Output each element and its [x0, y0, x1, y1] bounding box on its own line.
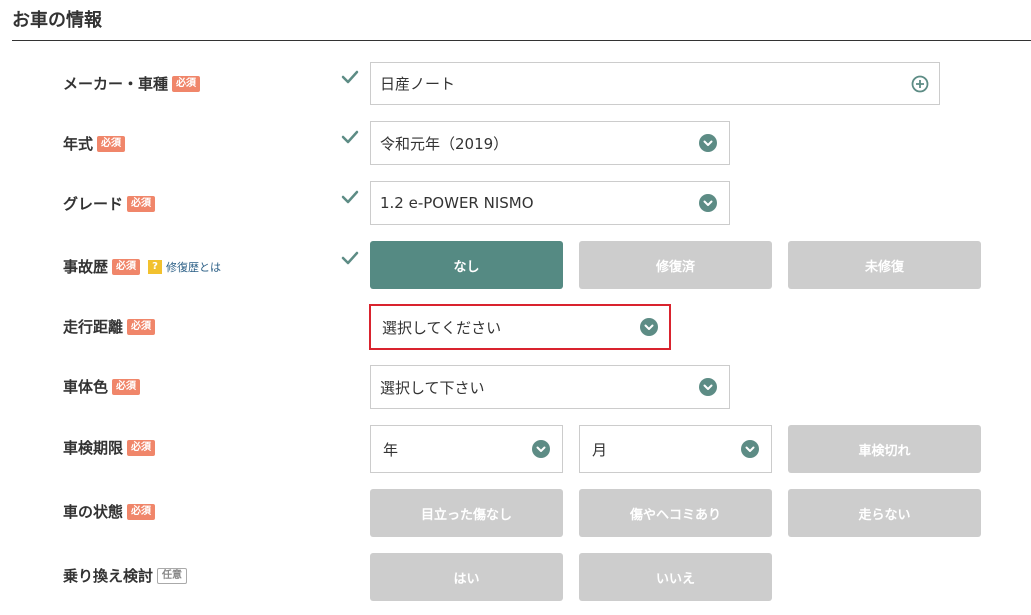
maker-value: 日産ノート [380, 75, 456, 93]
year-select[interactable]: 令和元年（2019） [370, 121, 730, 165]
required-badge: 必須 [97, 135, 126, 152]
chevron-down-icon [532, 440, 550, 458]
required-badge: 必須 [127, 195, 156, 212]
condition-label: 車の状態 [63, 503, 124, 521]
mileage-label-group: 走行距離 必須 [63, 316, 156, 337]
required-badge: 必須 [127, 318, 156, 335]
year-value: 令和元年（2019） [380, 134, 509, 153]
required-badge: 必須 [127, 439, 156, 456]
required-badge: 必須 [127, 503, 156, 520]
replacement-label-group: 乗り換え検討 任意 [63, 565, 188, 586]
required-badge: 必須 [112, 258, 141, 275]
inspection-label-group: 車検期限 必須 [63, 437, 156, 458]
chevron-down-icon [741, 440, 759, 458]
year-label-group: 年式 必須 [63, 133, 126, 154]
check-icon [341, 130, 359, 144]
maker-label: メーカー・車種 [63, 75, 169, 93]
check-icon [341, 251, 359, 265]
mileage-label: 走行距離 [63, 318, 124, 336]
accident-none-button[interactable]: なし [370, 241, 563, 289]
maker-select[interactable]: 日産ノート [370, 62, 940, 105]
help-icon[interactable]: ? [148, 259, 163, 274]
chevron-down-icon [699, 134, 717, 152]
replacement-label: 乗り換え検討 [63, 567, 154, 585]
mileage-select[interactable]: 選択してください [369, 304, 671, 350]
optional-badge: 任意 [157, 567, 188, 584]
accident-repaired-button[interactable]: 修復済 [579, 241, 772, 289]
grade-label: グレード [63, 195, 124, 213]
condition-damaged-button[interactable]: 傷やヘコミあり [579, 489, 772, 537]
section-title: お車の情報 [12, 10, 102, 31]
section-divider [12, 40, 1031, 41]
year-label: 年式 [63, 135, 94, 153]
replacement-no-button[interactable]: いいえ [579, 553, 772, 601]
condition-label-group: 車の状態 必須 [63, 501, 156, 522]
check-icon [341, 70, 359, 84]
inspection-year-value: 年 [383, 440, 399, 459]
accident-unrepaired-button[interactable]: 未修復 [788, 241, 981, 289]
check-icon [341, 190, 359, 204]
accident-label-group: 事故歴 必須 ? 修復歴とは [63, 256, 221, 277]
chevron-down-icon [699, 194, 717, 212]
chevron-down-icon [699, 378, 717, 396]
condition-no-damage-button[interactable]: 目立った傷なし [370, 489, 563, 537]
maker-label-group: メーカー・車種 必須 [63, 73, 201, 94]
inspection-expired-button[interactable]: 車検切れ [788, 425, 981, 473]
color-label: 車体色 [63, 378, 109, 396]
inspection-month-value: 月 [592, 440, 608, 459]
chevron-down-icon [640, 318, 658, 336]
required-badge: 必須 [172, 75, 201, 92]
grade-label-group: グレード 必須 [63, 193, 156, 214]
grade-select[interactable]: 1.2 e-POWER NISMO [370, 181, 730, 225]
accident-label: 事故歴 [63, 258, 109, 276]
grade-value: 1.2 e-POWER NISMO [380, 194, 534, 212]
condition-not-running-button[interactable]: 走らない [788, 489, 981, 537]
plus-circle-icon[interactable] [911, 75, 929, 93]
required-badge: 必須 [112, 378, 141, 395]
mileage-value: 選択してください [382, 318, 502, 337]
inspection-label: 車検期限 [63, 439, 124, 457]
color-select[interactable]: 選択して下さい [370, 365, 730, 409]
color-value: 選択して下さい [380, 378, 485, 397]
inspection-month-select[interactable]: 月 [579, 425, 772, 473]
repair-history-help-link[interactable]: 修復歴とは [166, 259, 221, 275]
replacement-yes-button[interactable]: はい [370, 553, 563, 601]
color-label-group: 車体色 必須 [63, 376, 141, 397]
inspection-year-select[interactable]: 年 [370, 425, 563, 473]
